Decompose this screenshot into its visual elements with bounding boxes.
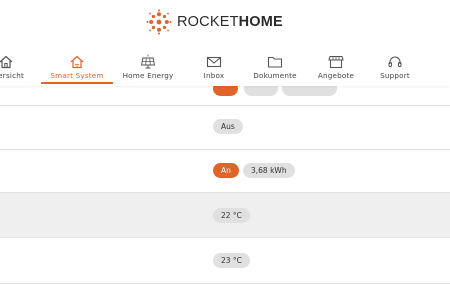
brand-name: ROCKETHOME: [177, 14, 283, 30]
nav-item-dokumente[interactable]: Dokumente: [246, 51, 304, 85]
nav-label: Smart System: [50, 71, 104, 80]
nav-item-angebote[interactable]: Angebote: [307, 51, 365, 85]
status-pill[interactable]: An: [213, 163, 239, 178]
smart-home-icon: [70, 55, 84, 69]
device-row[interactable]: 22 °C: [0, 193, 450, 238]
device-row[interactable]: 23 °C: [0, 238, 450, 284]
nav-label: Dokumente: [253, 71, 297, 80]
brand-part-rocket: ROCKET: [177, 14, 239, 30]
app-header: ROCKETHOME Übersicht Smart System Home E…: [0, 0, 450, 86]
envelope-icon: [206, 56, 222, 68]
nav-item-smart-system[interactable]: Smart System: [41, 51, 113, 85]
brand-part-home: HOME: [238, 14, 283, 30]
nav-item-support[interactable]: Support: [367, 51, 423, 85]
status-pill[interactable]: Aus: [213, 119, 243, 134]
device-row[interactable]: An 3,68 kWh: [0, 150, 450, 193]
solar-panel-icon: [140, 54, 156, 69]
folder-icon: [267, 56, 283, 68]
nav-label: Home Energy: [122, 71, 174, 80]
brand-logo[interactable]: ROCKETHOME: [146, 9, 283, 35]
temperature-pill: 22 °C: [213, 208, 250, 223]
headset-icon: [388, 56, 402, 67]
nav-label: Inbox: [203, 71, 225, 80]
home-icon: [0, 55, 13, 69]
temperature-pill: 23 °C: [213, 253, 250, 268]
nav-label: Übersicht: [0, 71, 25, 80]
nav-item-inbox[interactable]: Inbox: [186, 51, 242, 85]
nav-item-home-energy[interactable]: Home Energy: [114, 51, 182, 85]
store-icon: [328, 55, 344, 69]
device-row[interactable]: Aus: [0, 106, 450, 150]
nav-label: Angebote: [317, 71, 355, 80]
nav-label: Support: [380, 71, 410, 80]
energy-value-pill: 3,68 kWh: [243, 163, 295, 178]
rocket-logo-icon: [146, 9, 172, 35]
nav-item-uebersicht[interactable]: Übersicht: [0, 51, 36, 85]
main-nav: Übersicht Smart System Home Energy Inbox…: [0, 51, 450, 85]
